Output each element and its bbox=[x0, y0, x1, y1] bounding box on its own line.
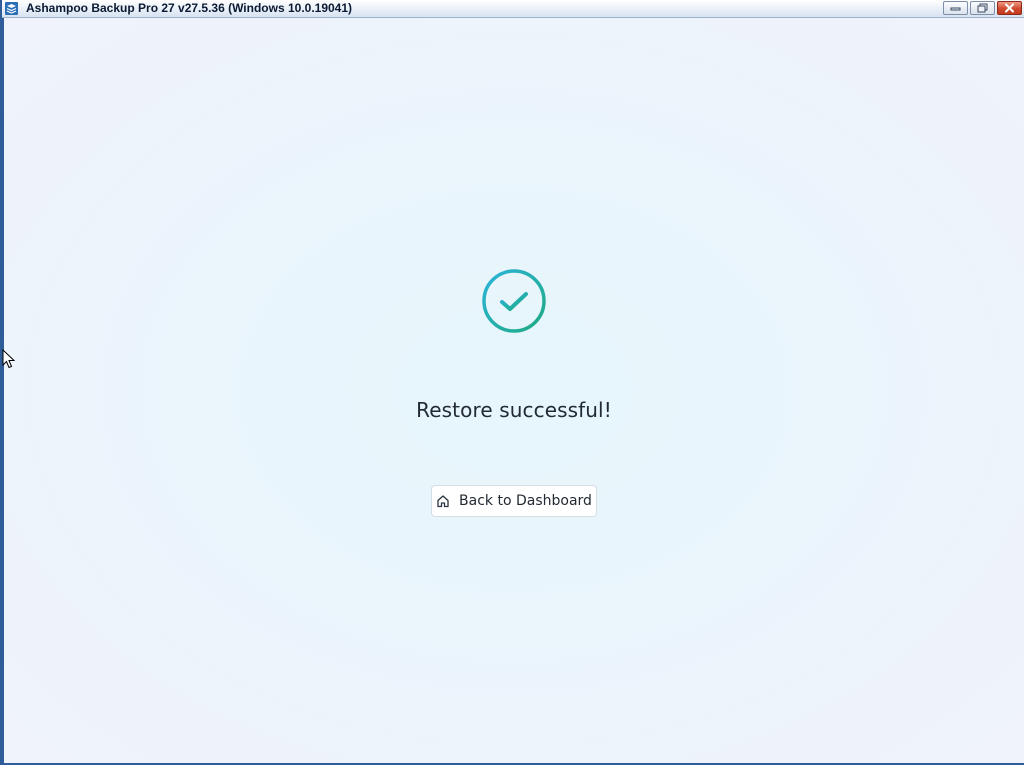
mouse-cursor-icon bbox=[2, 349, 15, 369]
title-bar[interactable]: Ashampoo Backup Pro 27 v27.5.36 (Windows… bbox=[2, 0, 1024, 18]
restore-icon bbox=[977, 3, 988, 13]
minimize-button[interactable] bbox=[943, 1, 968, 15]
window-title: Ashampoo Backup Pro 27 v27.5.36 (Windows… bbox=[26, 1, 353, 15]
home-icon bbox=[436, 494, 450, 508]
check-circle-icon bbox=[482, 269, 546, 333]
restore-result-view: Restore successful! Back to Dashboard bbox=[4, 18, 1024, 763]
app-window: Ashampoo Backup Pro 27 v27.5.36 (Windows… bbox=[0, 0, 1024, 765]
back-to-dashboard-button[interactable]: Back to Dashboard bbox=[431, 485, 597, 517]
close-icon bbox=[1005, 3, 1014, 13]
restore-button[interactable] bbox=[970, 1, 995, 15]
window-controls bbox=[943, 1, 1022, 15]
status-message: Restore successful! bbox=[416, 398, 612, 422]
close-button[interactable] bbox=[997, 1, 1022, 15]
back-to-dashboard-label: Back to Dashboard bbox=[459, 493, 592, 509]
app-stack-icon[interactable] bbox=[5, 2, 18, 15]
minimize-icon bbox=[950, 7, 961, 11]
